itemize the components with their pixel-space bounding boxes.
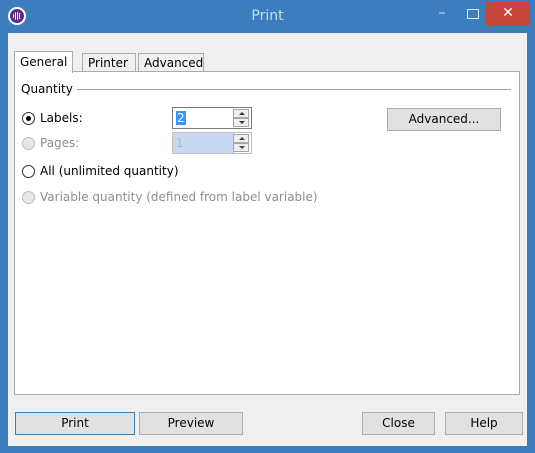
pages-radio [22,136,35,150]
labels-radio[interactable] [22,111,35,125]
labels-quantity-value[interactable]: 2 [176,111,186,125]
pages-quantity-value: 1 [176,136,184,150]
pages-quantity-stepper: 1 [172,132,252,154]
general-tab-panel: Quantity Labels: 2 Advanced... Pages: 1 … [14,71,520,395]
tab-printer[interactable]: Printer [82,53,136,72]
preview-button[interactable]: Preview [139,412,243,435]
pages-stepper-buttons [233,134,249,152]
close-button[interactable]: Close [362,412,435,435]
advanced-quantity-button[interactable]: Advanced... [387,108,501,131]
labels-quantity-stepper[interactable]: 2 [172,107,252,129]
pages-radio-label: Pages: [40,136,80,150]
pages-option: Pages: [22,135,79,151]
print-dialog-window: Print – ✕ General Printer Advanced Quant… [0,0,535,453]
variable-quantity-option: Variable quantity (defined from label va… [22,189,318,205]
all-unlimited-option[interactable]: All (unlimited quantity) [22,163,179,179]
dialog-client-area: General Printer Advanced Quantity Labels… [8,33,527,446]
print-button[interactable]: Print [15,412,135,435]
maximize-button[interactable] [457,2,487,26]
pages-increment-button [233,134,249,143]
help-button[interactable]: Help [445,412,523,435]
quantity-group-divider [77,89,511,90]
variable-quantity-radio [22,190,35,204]
close-window-button[interactable]: ✕ [486,2,530,26]
labels-option[interactable]: Labels: [22,110,83,126]
variable-quantity-radio-label: Variable quantity (defined from label va… [40,190,318,204]
all-unlimited-radio[interactable] [22,164,35,178]
quantity-group-label: Quantity [21,82,79,96]
labels-increment-button[interactable] [233,109,249,118]
title-bar[interactable]: Print – ✕ [0,0,535,32]
minimize-button[interactable]: – [427,2,457,26]
pages-decrement-button [233,143,249,152]
labels-stepper-buttons [233,109,249,127]
labels-decrement-button[interactable] [233,118,249,127]
tab-advanced[interactable]: Advanced [138,53,204,72]
all-unlimited-radio-label: All (unlimited quantity) [40,164,179,178]
tab-general[interactable]: General [14,51,73,73]
labels-radio-label: Labels: [40,111,83,125]
